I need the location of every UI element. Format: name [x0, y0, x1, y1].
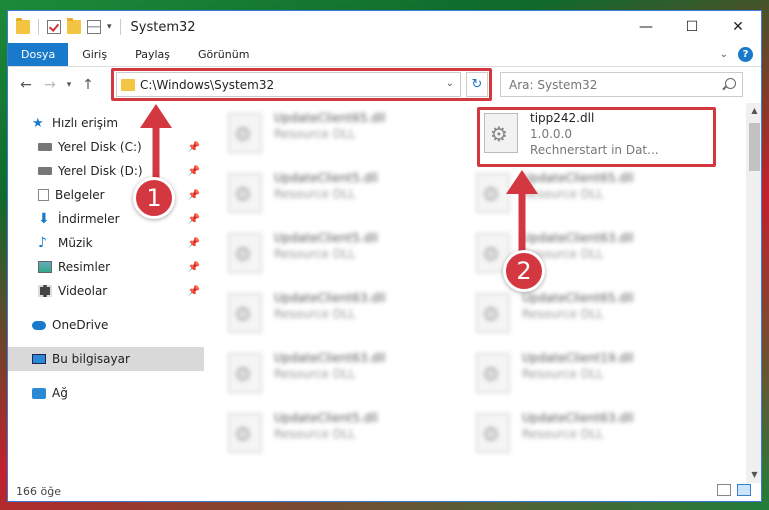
navigation-bar: ← → ▾ ↑ C:\Windows\System32 ⌄ ↻ [8, 67, 761, 103]
pin-icon: 📌 [187, 141, 200, 153]
close-button[interactable]: ✕ [715, 11, 761, 43]
search-box[interactable] [500, 72, 743, 97]
tab-view[interactable]: Görünüm [184, 43, 263, 66]
pin-icon: 📌 [187, 213, 200, 225]
list-item[interactable]: UpdateClient65.dllResource DLL [228, 111, 468, 165]
qat-dropdown-icon[interactable]: ▾ [107, 22, 112, 32]
dll-file-icon [228, 293, 262, 333]
network-icon [32, 387, 46, 399]
explorer-window: ▾ System32 — ☐ ✕ Dosya Giriş Paylaş Görü… [7, 10, 762, 502]
pin-icon: 📌 [187, 189, 200, 201]
list-item[interactable]: UpdateClient5.dllResource DLL [228, 171, 468, 225]
search-input[interactable] [509, 77, 709, 92]
properties-check-icon[interactable] [47, 20, 61, 34]
list-item[interactable]: UpdateClient5.dllResource DLL [228, 411, 468, 465]
list-item[interactable]: UpdateClient63.dllResource DLL [228, 351, 468, 405]
navigation-pane: ★ Hızlı erişim Yerel Disk (C:) 📌 Yerel D… [8, 103, 204, 483]
address-path[interactable]: C:\Windows\System32 [140, 78, 274, 92]
pin-icon: 📌 [187, 237, 200, 249]
pin-icon: 📌 [187, 285, 200, 297]
expand-ribbon-icon[interactable]: ⌄ [720, 49, 728, 60]
highlighted-file-tipp242[interactable]: tipp242.dll 1.0.0.0 Rechnerstart in Dat.… [484, 111, 724, 165]
file-list: UpdateClient65.dllResource DLL UpdateCli… [204, 103, 746, 483]
search-icon[interactable] [725, 78, 736, 89]
list-item[interactable]: UpdateClient63.dllResource DLL [228, 291, 468, 345]
dll-file-icon [476, 413, 510, 453]
dll-file-icon [228, 113, 262, 153]
new-folder-icon[interactable] [67, 18, 81, 34]
video-icon [38, 285, 52, 297]
maximize-button[interactable]: ☐ [669, 11, 715, 43]
dll-file-icon [228, 413, 262, 453]
tab-home[interactable]: Giriş [68, 43, 121, 66]
details-view-icon[interactable] [717, 484, 731, 496]
cloud-icon [32, 320, 46, 330]
title-bar: ▾ System32 — ☐ ✕ [8, 11, 761, 43]
tab-share[interactable]: Paylaş [121, 43, 184, 66]
recent-locations-icon[interactable]: ▾ [62, 80, 76, 90]
step-marker-2: 2 [503, 250, 545, 292]
file-description: Rechnerstart in Dat... [530, 143, 659, 157]
pin-icon: 📌 [187, 261, 200, 273]
status-bar: 166 öğe [8, 481, 761, 501]
scroll-thumb[interactable] [749, 123, 760, 171]
list-item[interactable]: UpdateClient65.dllResource DLL [476, 291, 716, 345]
up-arrow-icon[interactable]: ↑ [76, 77, 100, 93]
file-name: tipp242.dll [530, 111, 595, 125]
file-version: 1.0.0.0 [530, 127, 572, 141]
list-item[interactable]: UpdateClient19.dllResource DLL [476, 351, 716, 405]
view-properties-icon[interactable] [87, 20, 101, 34]
disk-icon [38, 143, 52, 151]
quick-access-toolbar: ▾ [8, 18, 123, 35]
vertical-scrollbar[interactable]: ▲ ▼ [746, 103, 761, 483]
sidebar-item-disk-c[interactable]: Yerel Disk (C:) 📌 [8, 135, 204, 159]
list-item[interactable]: UpdateClient65.dllResource DLL [476, 171, 716, 225]
dll-file-icon [228, 233, 262, 273]
dll-file-icon [476, 353, 510, 393]
ribbon-tabs: Dosya Giriş Paylaş Görünüm ⌄ ? [8, 43, 761, 67]
sidebar-item-downloads[interactable]: ⬇ İndirmeler 📌 [8, 207, 204, 231]
document-icon [38, 189, 49, 201]
list-item[interactable]: UpdateClient63.dllResource DLL [476, 411, 716, 465]
disk-icon [38, 167, 52, 175]
minimize-button[interactable]: — [623, 11, 669, 43]
pin-icon: 📌 [187, 165, 200, 177]
folder-icon [16, 18, 30, 34]
forward-arrow-icon[interactable]: → [38, 77, 62, 93]
content-area: ★ Hızlı erişim Yerel Disk (C:) 📌 Yerel D… [8, 103, 761, 483]
sidebar-item-pictures[interactable]: Resimler 📌 [8, 255, 204, 279]
large-icons-view-icon[interactable] [737, 484, 751, 496]
refresh-button[interactable]: ↻ [466, 72, 488, 97]
dll-file-icon [476, 173, 510, 213]
dll-file-icon [228, 353, 262, 393]
computer-icon [32, 354, 46, 364]
back-arrow-icon[interactable]: ← [14, 77, 38, 93]
step-marker-1: 1 [133, 177, 175, 219]
dll-file-icon [228, 173, 262, 213]
sidebar-item-this-pc[interactable]: Bu bilgisayar [8, 347, 204, 371]
sidebar-item-network[interactable]: Ağ [8, 381, 204, 405]
window-controls: — ☐ ✕ [623, 11, 761, 43]
sidebar-item-music[interactable]: ♪ Müzik 📌 [8, 231, 204, 255]
sidebar-item-onedrive[interactable]: OneDrive [8, 313, 204, 337]
item-count: 166 öğe [16, 484, 61, 498]
star-icon: ★ [32, 115, 44, 131]
scroll-up-icon[interactable]: ▲ [746, 103, 761, 119]
address-bar[interactable]: C:\Windows\System32 ⌄ [116, 72, 461, 97]
dll-file-icon [476, 293, 510, 333]
address-dropdown-icon[interactable]: ⌄ [446, 78, 454, 89]
sidebar-item-disk-d[interactable]: Yerel Disk (D:) 📌 [8, 159, 204, 183]
window-title: System32 [130, 19, 196, 35]
list-item[interactable]: UpdateClient5.dllResource DLL [228, 231, 468, 285]
help-icon[interactable]: ? [738, 47, 753, 62]
sidebar-item-videos[interactable]: Videolar 📌 [8, 279, 204, 303]
dll-file-icon [484, 113, 518, 153]
folder-icon [121, 78, 135, 91]
sidebar-item-quick-access[interactable]: ★ Hızlı erişim [8, 111, 204, 135]
music-note-icon: ♪ [38, 235, 47, 251]
picture-icon [38, 261, 52, 273]
tab-file[interactable]: Dosya [8, 43, 69, 66]
download-icon: ⬇ [38, 211, 50, 227]
